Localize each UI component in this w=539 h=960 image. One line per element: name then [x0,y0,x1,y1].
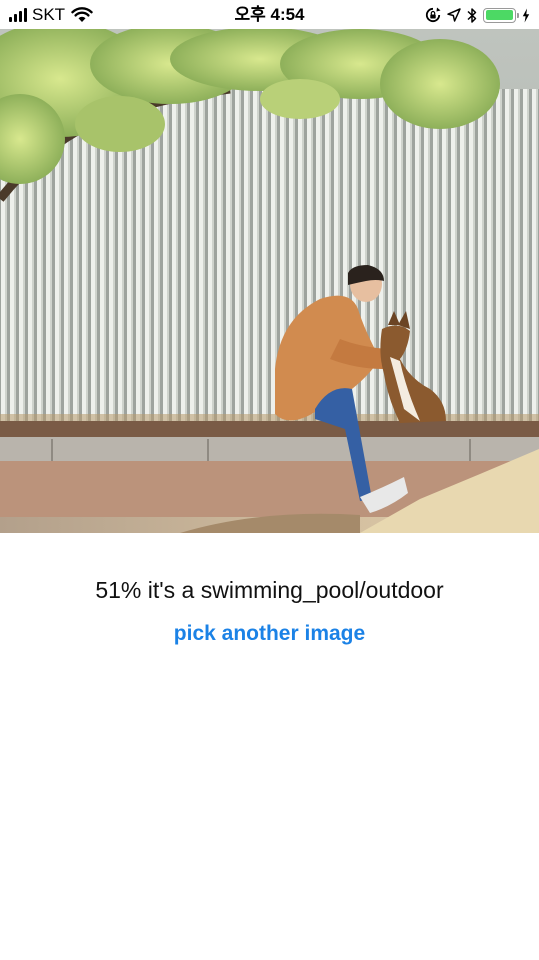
rotation-lock-icon [425,7,441,23]
status-bar: SKT 오후 4:54 [0,0,539,29]
photo-image [0,29,539,533]
battery-fill [485,10,513,20]
prediction-result-text: 51% it's a swimming_pool/outdoor [95,577,444,603]
pick-another-image-button[interactable]: pick another image [0,618,539,650]
status-right [425,4,530,26]
photo-illustration [0,29,539,533]
bluetooth-icon [467,7,477,23]
charging-icon [522,8,530,22]
battery-icon [483,7,519,23]
location-icon [447,8,461,22]
